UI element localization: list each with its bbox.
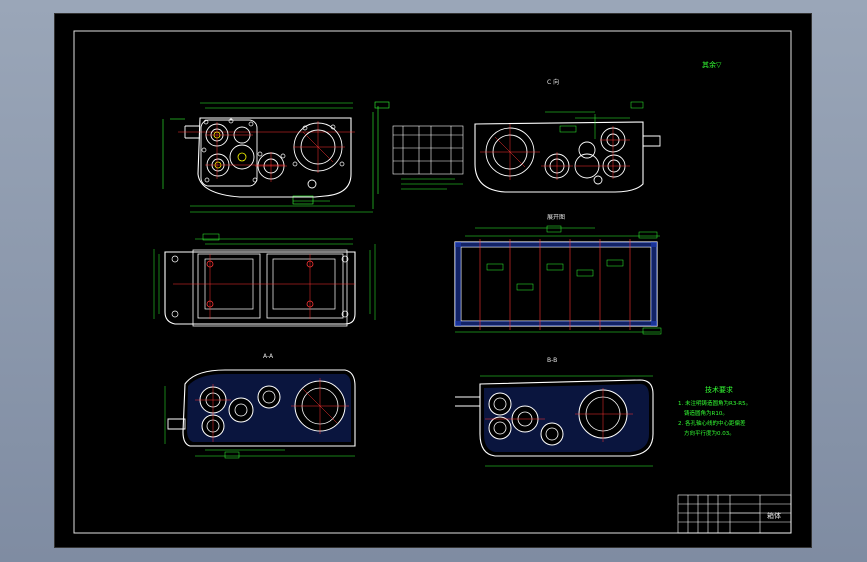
hole-table: [392, 125, 464, 175]
view-c: [474, 101, 661, 193]
view-bb-title: B-B: [547, 357, 557, 364]
tech-req-line4: 方向平行度为0.03。: [684, 429, 735, 437]
front-view: [162, 101, 390, 213]
tech-req-title: 技术要求: [705, 385, 733, 394]
tech-requirements: 技术要求 1. 未注明铸造圆角为R3-R5。 铸造圆角为R10。 2. 各孔轴心…: [678, 385, 751, 437]
view-expand-title: 展开图: [547, 214, 565, 221]
inner-border: [73, 30, 792, 534]
tech-req-line1: 1. 未注明铸造圆角为R3-R5。: [678, 399, 751, 407]
drawing-sheet: 其余▽ C 向 展开图 A-A B-B 技术要求 1. 未注明铸造圆角为R3-R…: [55, 14, 811, 547]
plan-view: [153, 233, 376, 327]
view-aa-title: A-A: [263, 353, 274, 360]
part-name: 箱体: [767, 511, 781, 520]
view-c-title: C 向: [547, 78, 559, 86]
roughness-mark: 其余▽: [702, 60, 722, 69]
cad-drawing: 其余▽ C 向 展开图 A-A B-B 技术要求 1. 未注明铸造圆角为R3-R…: [73, 30, 792, 534]
section-aa: [164, 369, 356, 459]
tech-req-line2: 铸造圆角为R10。: [684, 409, 728, 417]
tech-req-line3: 2. 各孔轴心线的中心距偏差: [678, 419, 746, 427]
section-bb: [455, 375, 654, 467]
expanded-section-view: [454, 225, 662, 335]
